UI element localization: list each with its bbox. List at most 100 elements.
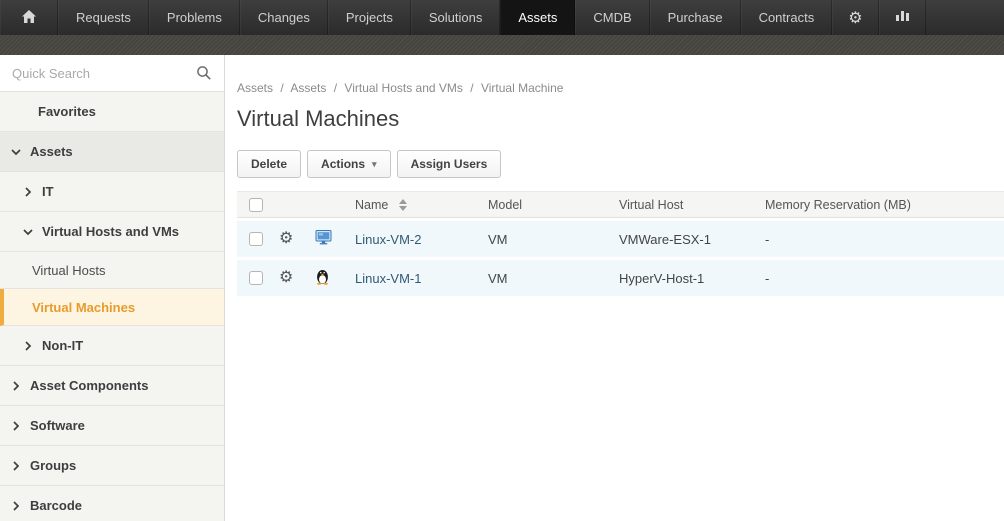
sidebar-item-asset-components[interactable]: Asset Components <box>0 366 224 406</box>
sidebar-item-assets[interactable]: Assets <box>0 132 224 172</box>
sidebar-item-label: IT <box>42 184 54 199</box>
sidebar-item-label: Virtual Hosts <box>32 263 105 278</box>
breadcrumb-separator: / <box>280 81 283 95</box>
assign-users-button[interactable]: Assign Users <box>397 150 502 178</box>
nav-item-label: Contracts <box>759 10 815 25</box>
nav-item-assets[interactable]: Assets <box>500 0 575 35</box>
table-header-row: Name Model Virtual Host Memory Reservati… <box>237 191 1004 218</box>
breadcrumb-current: Virtual Machine <box>481 81 564 95</box>
chevron-right-icon <box>12 421 21 431</box>
sidebar-item-groups[interactable]: Groups <box>0 446 224 486</box>
sidebar-item-virtual-hosts[interactable]: Virtual Hosts <box>0 252 224 289</box>
row-checkbox[interactable] <box>249 271 263 285</box>
delete-button-label: Delete <box>251 157 287 171</box>
chevron-down-icon <box>12 147 21 157</box>
search-icon[interactable] <box>196 65 212 81</box>
nav-item-label: CMDB <box>593 10 631 25</box>
breadcrumb: Assets / Assets / Virtual Hosts and VMs … <box>237 81 1004 95</box>
column-header-memory-reservation: Memory Reservation (MB) <box>765 198 1004 212</box>
memory-reservation-cell: - <box>765 271 1004 286</box>
nav-spacer <box>926 0 1004 35</box>
sidebar-item-software[interactable]: Software <box>0 406 224 446</box>
column-header-label: Memory Reservation (MB) <box>765 198 911 212</box>
texture-band <box>0 35 1004 55</box>
column-header-model: Model <box>488 198 619 212</box>
row-actions-gear-icon[interactable]: ⚙ <box>279 231 293 247</box>
page-title: Virtual Machines <box>237 106 1004 132</box>
breadcrumb-separator: / <box>470 81 473 95</box>
column-header-label: Model <box>488 198 522 212</box>
delete-button[interactable]: Delete <box>237 150 301 178</box>
breadcrumb-link[interactable]: Assets <box>237 81 273 95</box>
nav-item-label: Solutions <box>429 10 482 25</box>
chevron-down-icon <box>24 227 33 237</box>
sort-icon[interactable] <box>399 199 407 211</box>
chevron-right-icon <box>24 187 33 197</box>
sidebar-item-label: Groups <box>30 458 76 473</box>
main-content: Assets / Assets / Virtual Hosts and VMs … <box>225 55 1004 521</box>
settings-button[interactable]: ⚙ <box>832 0 878 35</box>
model-cell: VM <box>488 271 619 286</box>
chevron-right-icon <box>12 381 21 391</box>
nav-item-cmdb[interactable]: CMDB <box>575 0 649 35</box>
sidebar-item-favorites[interactable]: Favorites <box>0 92 224 132</box>
nav-item-label: Requests <box>76 10 131 25</box>
virtual-host-cell: HyperV-Host-1 <box>619 271 765 286</box>
sidebar-item-label: Favorites <box>38 104 96 119</box>
sidebar-item-virtual-machines[interactable]: Virtual Machines <box>0 289 224 326</box>
nav-item-contracts[interactable]: Contracts <box>741 0 833 35</box>
actions-dropdown-button[interactable]: Actions ▾ <box>307 150 391 178</box>
actions-button-label: Actions <box>321 157 365 171</box>
breadcrumb-link[interactable]: Assets <box>290 81 326 95</box>
home-icon <box>21 9 37 27</box>
vm-name-link[interactable]: Linux-VM-1 <box>355 271 421 286</box>
nav-item-purchase[interactable]: Purchase <box>650 0 741 35</box>
quick-search-box <box>0 55 224 92</box>
sidebar-item-label: Software <box>30 418 85 433</box>
memory-reservation-cell: - <box>765 232 1004 247</box>
breadcrumb-separator: / <box>334 81 337 95</box>
nav-item-solutions[interactable]: Solutions <box>411 0 500 35</box>
home-button[interactable] <box>0 0 58 35</box>
breadcrumb-link[interactable]: Virtual Hosts and VMs <box>344 81 463 95</box>
nav-item-changes[interactable]: Changes <box>240 0 328 35</box>
column-header-name[interactable]: Name <box>355 198 488 212</box>
column-header-virtual-host: Virtual Host <box>619 198 765 212</box>
search-input[interactable] <box>12 66 196 81</box>
row-checkbox[interactable] <box>249 232 263 246</box>
toolbar: Delete Actions ▾ Assign Users <box>237 150 1004 178</box>
chevron-right-icon <box>12 461 21 471</box>
sidebar-item-label: Barcode <box>30 498 82 513</box>
reports-button[interactable] <box>879 0 926 35</box>
row-actions-gear-icon[interactable]: ⚙ <box>279 270 293 286</box>
select-all-checkbox[interactable] <box>249 198 263 212</box>
chevron-right-icon <box>24 341 33 351</box>
column-header-label: Name <box>355 198 388 212</box>
sidebar-item-non-it[interactable]: Non-IT <box>0 326 224 366</box>
chevron-right-icon <box>12 501 21 511</box>
assign-users-button-label: Assign Users <box>411 157 488 171</box>
nav-item-requests[interactable]: Requests <box>58 0 149 35</box>
table-row: ⚙ Linux-VM-1 VM HyperV-Host-1 - <box>237 260 1004 296</box>
sidebar-item-barcode[interactable]: Barcode <box>0 486 224 521</box>
nav-item-label: Problems <box>167 10 222 25</box>
virtual-host-cell: VMWare-ESX-1 <box>619 232 765 247</box>
sidebar-item-virtual-hosts-and-vms[interactable]: Virtual Hosts and VMs <box>0 212 224 252</box>
linux-penguin-icon <box>315 268 330 288</box>
nav-item-label: Purchase <box>668 10 723 25</box>
sidebar: Favorites Assets IT Virtual Hosts and VM… <box>0 55 225 521</box>
sidebar-item-label: Asset Components <box>30 378 148 393</box>
caret-down-icon: ▾ <box>372 159 377 170</box>
nav-item-projects[interactable]: Projects <box>328 0 411 35</box>
windows-vm-icon <box>315 229 333 249</box>
nav-item-label: Assets <box>518 10 557 25</box>
sidebar-item-label: Virtual Hosts and VMs <box>42 224 179 239</box>
nav-item-label: Changes <box>258 10 310 25</box>
vm-name-link[interactable]: Linux-VM-2 <box>355 232 421 247</box>
nav-item-problems[interactable]: Problems <box>149 0 240 35</box>
top-nav: Requests Problems Changes Projects Solut… <box>0 0 1004 35</box>
sidebar-item-label: Assets <box>30 144 73 159</box>
model-cell: VM <box>488 232 619 247</box>
nav-item-label: Projects <box>346 10 393 25</box>
sidebar-item-it[interactable]: IT <box>0 172 224 212</box>
